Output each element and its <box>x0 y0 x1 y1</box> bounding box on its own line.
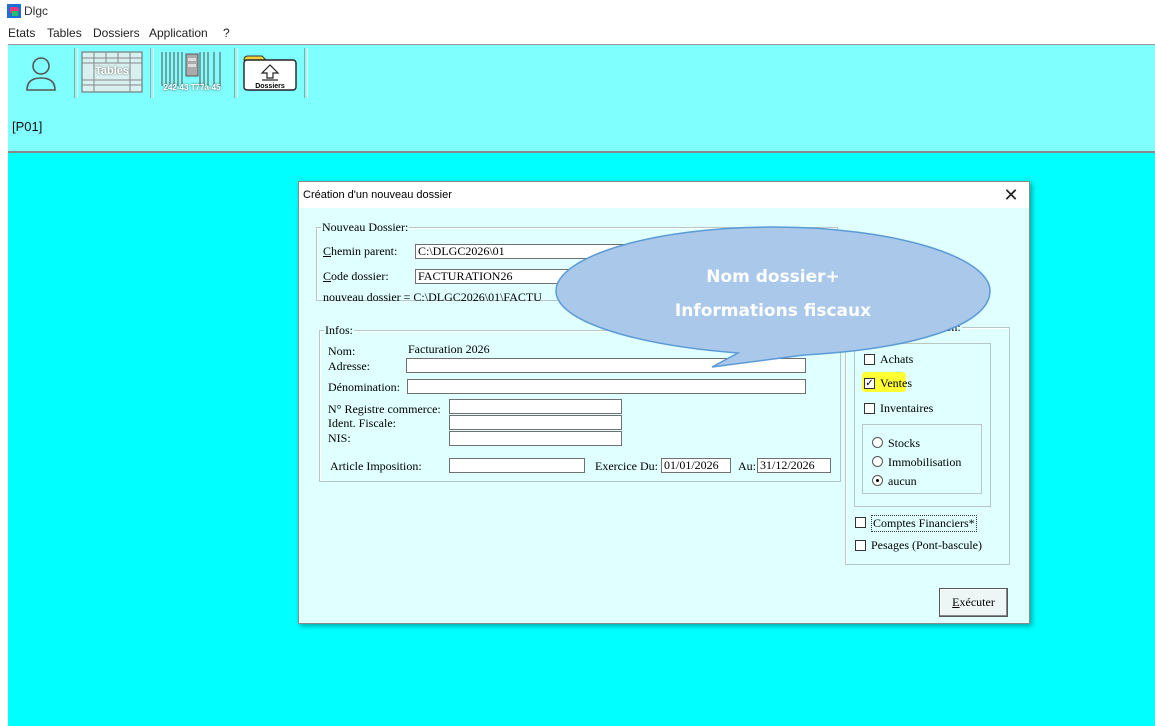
immobilisation-label: Immobilisation <box>888 455 962 469</box>
article-imposition-input[interactable] <box>449 458 585 473</box>
app-title: Dlgc <box>24 4 49 18</box>
toolbar-separator <box>234 48 238 98</box>
registre-label: N° Registre commerce: <box>328 402 441 416</box>
comptes-financiers-checkbox[interactable] <box>855 517 866 528</box>
dialog-titlebar: Création d'un nouveau dossier ✕ <box>299 182 1029 208</box>
stocks-radio[interactable] <box>872 437 883 448</box>
ventes-label: Ventes <box>880 376 912 390</box>
inventaires-label: Inventaires <box>880 401 934 415</box>
article-imposition-label: Article Imposition: <box>330 459 422 473</box>
tables-button[interactable]: Tables <box>80 50 144 94</box>
inventaires-checkbox[interactable] <box>864 403 875 414</box>
chemin-label-accel: C <box>323 244 332 258</box>
exercice-du-input[interactable]: 01/01/2026 <box>661 458 731 473</box>
comptes-financiers-label: Comptes Financiers* <box>871 515 977 532</box>
toolbar-separator <box>304 48 308 98</box>
dossiers-button-label: Dossiers <box>255 83 285 90</box>
toolbar-separator <box>150 48 154 98</box>
pesages-label: Pesages (Pont-bascule) <box>871 538 982 552</box>
code-label: Code dossier: <box>323 269 389 284</box>
exercice-au-input[interactable]: 31/12/2026 <box>757 458 831 473</box>
menu-dossiers[interactable]: Dossiers <box>93 26 140 40</box>
chemin-label: Chemin parent: <box>323 244 397 259</box>
denomination-label: Dénomination: <box>328 380 400 394</box>
execute-accel: E <box>952 595 960 609</box>
ident-fiscale-input[interactable] <box>449 415 622 430</box>
toolbar-separator <box>74 48 78 98</box>
callout-text: Nom dossier+ Informations fiscaux <box>554 260 992 328</box>
menu-etats[interactable]: Etats <box>8 26 35 40</box>
close-icon[interactable]: ✕ <box>999 184 1023 206</box>
aucun-radio[interactable] <box>872 475 883 486</box>
menubar: Etats Tables Dossiers Application ? <box>0 22 1155 42</box>
callout-line1: Nom dossier+ <box>706 267 840 287</box>
execute-label: xécuter <box>959 595 995 609</box>
chemin-label-text: hemin parent: <box>331 244 398 258</box>
execute-button[interactable]: Exécuter <box>939 588 1008 617</box>
report-button-label: 242-43 T77a-45 <box>163 83 221 92</box>
breadcrumb: [P01] <box>12 119 43 134</box>
ventes-checkbox[interactable]: ✓ <box>864 378 875 389</box>
report-button[interactable]: 242-43 T77a-45 <box>156 50 228 94</box>
app-logo-icon <box>7 4 21 18</box>
stocks-label: Stocks <box>888 436 921 450</box>
tables-button-label: Tables <box>94 65 130 77</box>
menu-application[interactable]: Application <box>149 26 208 40</box>
new-folder-path: nouveau dossier = C:\DLGC2026\01\FACTU <box>323 290 542 304</box>
dossiers-button[interactable]: Dossiers <box>242 50 298 94</box>
nis-input[interactable] <box>449 431 622 446</box>
dialog-title: Création d'un nouveau dossier <box>303 189 452 201</box>
code-label-accel: C <box>323 269 332 283</box>
code-label-text: ode dossier: <box>331 269 389 283</box>
exercice-label: Exercice Du: <box>595 459 658 473</box>
new-folder-legend: Nouveau Dossier: <box>321 220 410 235</box>
exercice-au-label: Au: <box>738 459 756 473</box>
pesages-checkbox[interactable] <box>855 540 866 551</box>
app-titlebar: Dlgc <box>0 0 1155 22</box>
immobilisation-radio[interactable] <box>872 456 883 467</box>
user-button[interactable] <box>12 50 70 94</box>
callout-line2: Informations fiscaux <box>674 301 872 321</box>
infos-legend: Infos: <box>324 323 354 338</box>
info-bar: [P01] <box>8 101 1155 153</box>
adresse-label: Adresse: <box>328 359 370 373</box>
menu-tables[interactable]: Tables <box>47 26 82 40</box>
user-icon <box>26 57 56 91</box>
denomination-input[interactable] <box>407 379 806 394</box>
menu-help[interactable]: ? <box>223 26 230 40</box>
nom-label: Nom: <box>328 344 356 358</box>
registre-input[interactable] <box>449 399 622 414</box>
ident-fiscale-label: Ident. Fiscale: <box>328 416 396 430</box>
nis-label: NIS: <box>328 431 351 445</box>
toolbar: Tables 242-43 T77a-45 Dossiers <box>8 44 1155 102</box>
aucun-label: aucun <box>888 474 917 488</box>
